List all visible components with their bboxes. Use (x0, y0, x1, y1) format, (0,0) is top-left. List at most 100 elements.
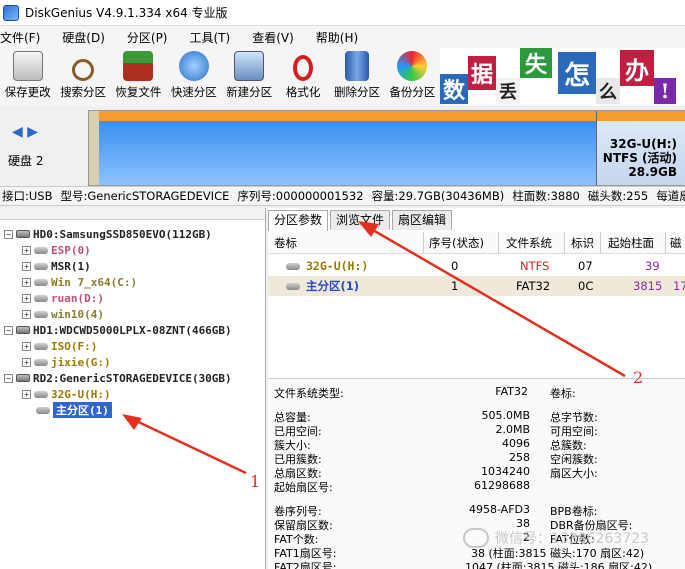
partition-icon (36, 406, 50, 414)
expand-icon[interactable]: + (22, 261, 31, 271)
disk-label: 硬盘 2 (8, 154, 44, 168)
tree-part-win10[interactable]: + win10(4) (22, 306, 104, 322)
save-changes-button[interactable]: 保存更改 (0, 48, 55, 106)
backup-icon (397, 51, 428, 81)
tree-part-msr[interactable]: + MSR(1) (22, 258, 91, 274)
menu-partition[interactable]: 分区(P) (127, 29, 176, 46)
tree-disk-rd2[interactable]: − RD2:GenericSTORAGEDEVICE(30GB) (4, 370, 232, 386)
ntfs-partition-label: 32G-U(H:) NTFS (活动) 28.9GB (602, 137, 677, 179)
expand-icon[interactable]: + (22, 389, 31, 399)
annotation-label-2: 2 (633, 368, 644, 387)
tree-disk-hd1[interactable]: − HD1:WDCWD5000LPLX-08ZNT(466GB) (4, 322, 232, 338)
collapse-icon[interactable]: − (4, 373, 13, 383)
hard-disk-icon (16, 374, 30, 382)
tree-part-ruan[interactable]: + ruan(D:) (22, 290, 104, 306)
partition-icon (34, 358, 48, 366)
tree-part-esp[interactable]: + ESP(0) (22, 242, 91, 258)
banner-char: 数 (440, 74, 468, 104)
partition-icon (34, 342, 48, 350)
banner-char: 么 (596, 78, 620, 104)
banner-char: 办 (620, 50, 654, 86)
table-row-selected[interactable]: 主分区(1) 1 FAT32 0C 3815 17 (268, 276, 685, 296)
partition-icon (34, 390, 48, 398)
title-bar: DiskGenius V4.9.1.334 x64 专业版 (0, 0, 685, 26)
table-header-row: 卷标 序号(状态) 文件系统 标识 起始柱面 磁 (268, 232, 685, 254)
expand-icon[interactable]: + (22, 277, 31, 287)
quick-partition-button[interactable]: 快速分区 (166, 48, 221, 106)
tree-part-win7[interactable]: + Win 7_x64(C:) (22, 274, 137, 290)
recover-files-button[interactable]: 恢复文件 (111, 48, 166, 106)
banner-char: ! (654, 78, 676, 104)
diskgenius-logo-icon (3, 4, 19, 21)
partition-icon (286, 263, 300, 270)
expand-icon[interactable]: + (22, 245, 31, 255)
tab-browse-files[interactable]: 浏览文件 (330, 210, 391, 230)
partition-icon (34, 310, 48, 318)
col-header-start-cyl[interactable]: 起始柱面 (608, 232, 654, 253)
toolbar: 保存更改 搜索分区 恢复文件 快速分区 新建分区 格式化 删除分区 备份分区 (0, 48, 440, 106)
banner-char: 怎 (558, 52, 596, 94)
col-header-fs[interactable]: 文件系统 (506, 232, 552, 253)
sectors-info: 每道扇区 (656, 189, 685, 203)
save-icon (12, 51, 43, 81)
disk-nav-arrows[interactable]: ◀ ▶ (12, 124, 38, 140)
menu-disk[interactable]: 硬盘(D) (62, 29, 113, 46)
format-button[interactable]: 格式化 (277, 48, 329, 106)
col-header-index[interactable]: 序号(状态) (429, 232, 484, 253)
partition-icon (34, 246, 48, 254)
cylinders-info: 柱面数:3880 (512, 189, 580, 203)
table-row[interactable]: 32G-U(H:) 0 NTFS 07 39 (268, 256, 685, 276)
partition-icon (34, 294, 48, 302)
computer-icon (234, 51, 265, 81)
disk-quick-icon (178, 51, 209, 81)
tab-sector-edit[interactable]: 扇区编辑 (392, 210, 453, 230)
banner-char: 丢 (496, 78, 520, 104)
partition-block-fat32[interactable] (99, 111, 597, 185)
heads-info: 磁头数:255 (587, 189, 649, 203)
magnifier-icon (72, 59, 95, 81)
tab-partition-params[interactable]: 分区参数 (268, 210, 329, 231)
serial-info: 序列号:000000001532 (237, 189, 364, 203)
tree-scroll-header (0, 208, 265, 220)
new-partition-button[interactable]: 新建分区 (222, 48, 277, 106)
fs-type-label: 文件系统类型: (274, 387, 344, 400)
backup-partition-button[interactable]: 备份分区 (385, 48, 440, 106)
wechat-icon (463, 528, 489, 548)
tree-part-primary-selected[interactable]: 主分区(1) (36, 402, 112, 418)
disk-partition-bar: 32G-U(H:) NTFS (活动) 28.9GB (88, 110, 685, 186)
tree-part-jixie[interactable]: + jixie(G:) (22, 354, 111, 370)
banner-char: 据 (468, 56, 496, 90)
recover-box-icon (123, 51, 154, 81)
disk-tree: − HD0:SamsungSSD850EVO(112GB) + ESP(0) +… (0, 208, 266, 569)
expand-icon[interactable]: + (22, 357, 31, 367)
collapse-icon[interactable]: − (4, 229, 13, 239)
col-header-head[interactable]: 磁 (670, 232, 682, 253)
tree-part-32g-u[interactable]: + 32G-U(H:) (22, 386, 111, 402)
tree-disk-hd0[interactable]: − HD0:SamsungSSD850EVO(112GB) (4, 226, 212, 242)
search-partition-button[interactable]: 搜索分区 (55, 48, 110, 106)
expand-icon[interactable]: + (22, 309, 31, 319)
volume-label: 卷标: (550, 387, 576, 400)
expand-icon[interactable]: + (22, 293, 31, 303)
menu-tools[interactable]: 工具(T) (190, 29, 239, 46)
tree-part-iso[interactable]: + ISO(F:) (22, 338, 97, 354)
tab-strip: 分区参数 浏览文件 扇区编辑 (268, 210, 454, 231)
menu-file[interactable]: 文件(F) (0, 29, 48, 46)
trash-icon (344, 51, 369, 81)
watermark: 微信号：13386263723 (463, 528, 649, 548)
disk-map-panel: ◀ ▶ 硬盘 2 32G-U(H:) NTFS (活动) 28.9GB (0, 108, 685, 186)
col-header-label[interactable]: 卷标 (274, 232, 297, 253)
unallocated-segment[interactable] (89, 111, 99, 185)
col-header-id[interactable]: 标识 (571, 232, 594, 253)
menu-help[interactable]: 帮助(H) (316, 29, 366, 46)
capacity-info: 容量:29.7GB(30436MB) (371, 189, 505, 203)
menu-view[interactable]: 查看(V) (252, 29, 302, 46)
window-title: DiskGenius V4.9.1.334 x64 专业版 (25, 6, 228, 20)
partition-icon (286, 283, 300, 290)
delete-partition-button[interactable]: 删除分区 (329, 48, 384, 106)
collapse-icon[interactable]: − (4, 325, 13, 335)
partition-icon (34, 262, 48, 270)
expand-icon[interactable]: + (22, 341, 31, 351)
partition-icon (34, 278, 48, 286)
ad-banner[interactable]: 数 据 丢 失 怎 么 办 ! (440, 48, 685, 106)
